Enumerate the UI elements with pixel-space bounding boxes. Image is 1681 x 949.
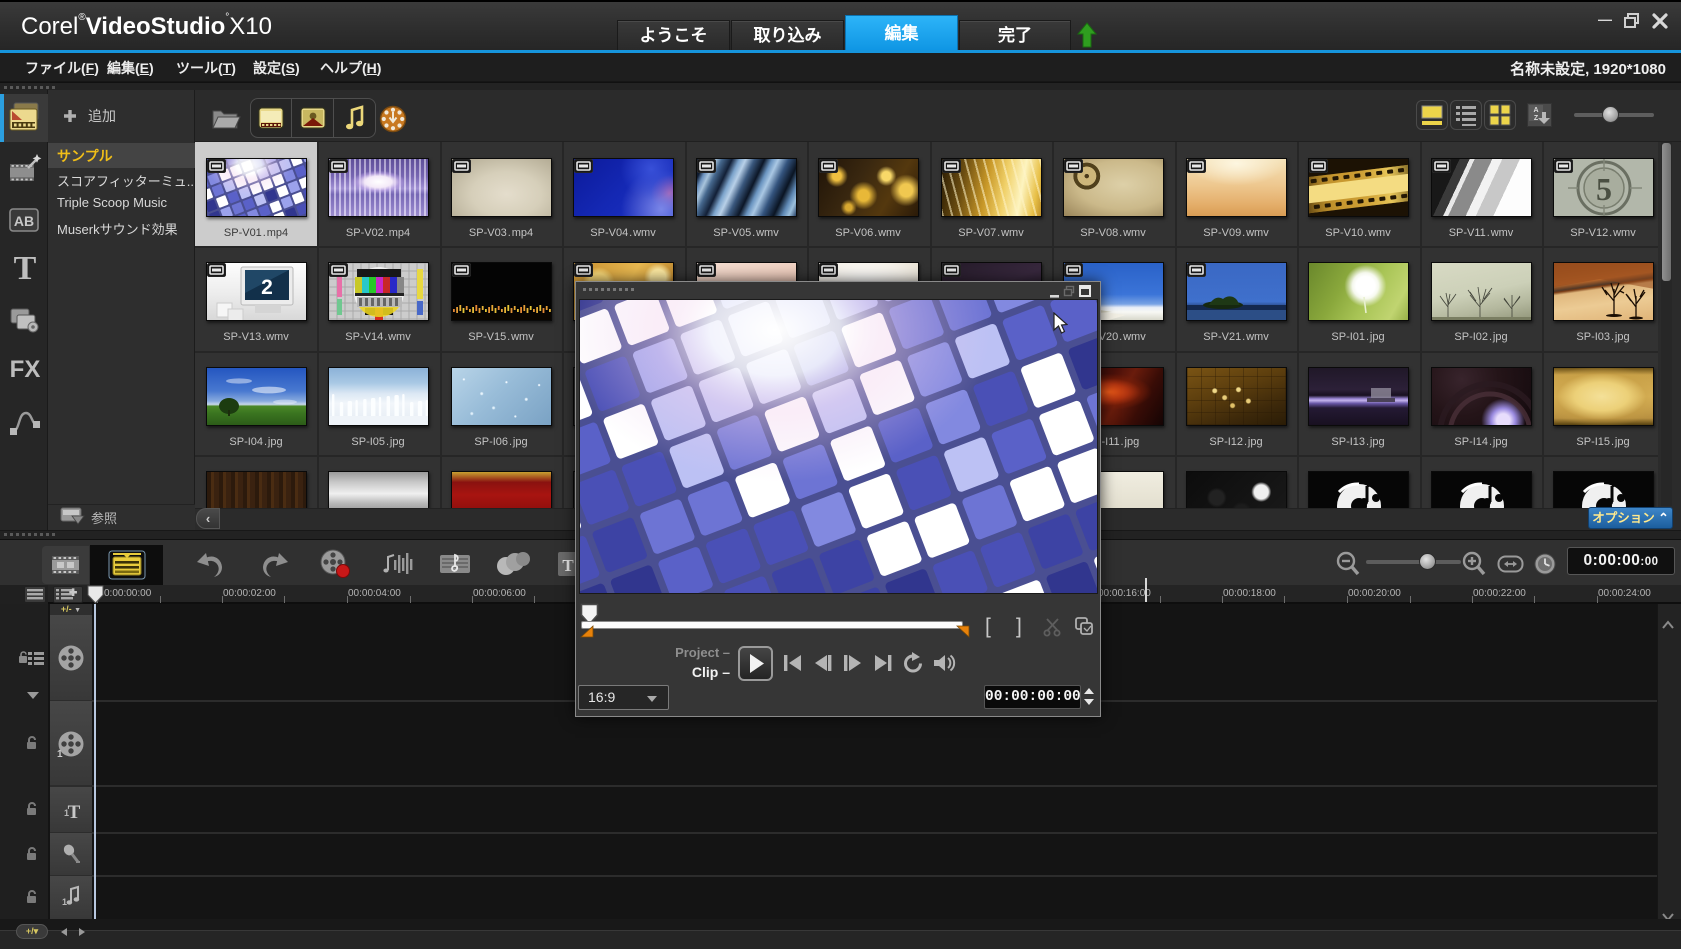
svg-text:2: 2 [261, 276, 273, 299]
svg-text:1: 1 [62, 897, 67, 907]
svg-text:T: T [68, 802, 81, 823]
svg-text:5: 5 [1596, 171, 1612, 207]
svg-text:1: 1 [57, 749, 63, 760]
svg-text:T: T [562, 556, 574, 575]
svg-text:AB: AB [14, 213, 34, 229]
svg-text:Z: Z [1534, 115, 1539, 122]
svg-text:A: A [1533, 107, 1538, 114]
